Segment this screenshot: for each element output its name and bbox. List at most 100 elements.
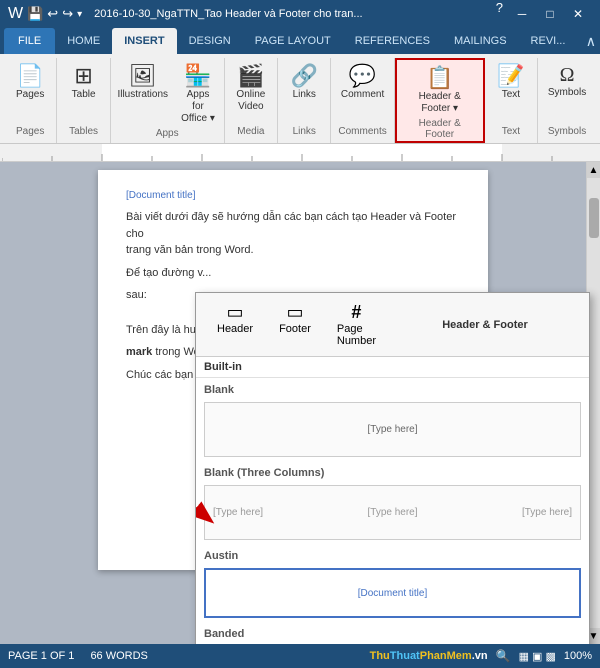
title-bar: W 💾 ↩ ↪ ▾ 2016-10-30_NgaTTN_Tao Header v… — [0, 0, 600, 28]
hf-group-label: Header & Footer — [405, 118, 475, 142]
word-count: 66 WORDS — [90, 650, 147, 662]
zoom-level: 100% — [564, 650, 592, 662]
close-button[interactable]: ✕ — [564, 0, 592, 28]
dropdown-icon[interactable]: ▾ — [77, 9, 82, 20]
header-option-icon: ▭ — [227, 302, 244, 323]
banded-subtitle: Banded — [196, 622, 589, 642]
austin-subtitle: Austin — [196, 544, 589, 564]
tab-design[interactable]: DESIGN — [177, 28, 243, 54]
tab-home[interactable]: HOME — [55, 28, 112, 54]
ribbon-collapse-btn[interactable]: ∧ — [586, 33, 596, 54]
comment-button[interactable]: 💬 Comment — [336, 62, 389, 104]
ribbon: 📄 Pages Pages ⊞ Table Tables 🖼 Illustrat… — [0, 54, 600, 144]
pages-items: 📄 Pages — [9, 62, 51, 126]
header-footer-icon: 📋 — [426, 67, 453, 89]
media-items: 🎬 OnlineVideo — [230, 62, 272, 126]
ribbon-group-apps: 🖼 Illustrations 🏪 Apps forOffice ▾ Apps — [111, 58, 225, 143]
footer-option[interactable]: ▭ Footer — [266, 297, 324, 352]
maximize-button[interactable]: □ — [536, 0, 564, 28]
tab-review[interactable]: REVI... — [519, 28, 578, 54]
table-button[interactable]: ⊞ Table — [63, 62, 105, 104]
page-number-option[interactable]: # PageNumber — [324, 297, 389, 352]
pages-button[interactable]: 📄 Pages — [9, 62, 51, 104]
symbols-group-label: Symbols — [548, 126, 586, 139]
text-items: 📝 Text — [490, 62, 532, 126]
title-text: 2016-10-30_NgaTTN_Tao Header và Footer c… — [94, 8, 362, 20]
brand-text: ThuThuatPhanMem.vn — [370, 650, 488, 662]
apps-office-icon: 🏪 — [184, 65, 211, 87]
tab-file[interactable]: FILE — [4, 28, 55, 54]
links-group-label: Links — [293, 126, 316, 139]
apps-group-label: Apps — [156, 128, 179, 141]
header-footer-dropdown: ▭ Header ▭ Footer # PageNumber Header & … — [195, 292, 590, 644]
ruler-svg — [2, 144, 598, 162]
ruler-inner — [2, 144, 598, 161]
tables-group-label: Tables — [69, 126, 98, 139]
links-button[interactable]: 🔗 Links — [283, 62, 325, 104]
doc-title: [Document title] — [126, 190, 460, 201]
ribbon-group-tables: ⊞ Table Tables — [57, 58, 110, 143]
comments-items: 💬 Comment — [336, 62, 389, 126]
ribbon-group-symbols: Ω Symbols Symbols — [538, 58, 596, 143]
help-icon[interactable]: ? — [491, 0, 508, 28]
zoom-icon: 🔍 — [496, 649, 511, 663]
doc-para-2: Để tạo đường v... — [126, 265, 460, 282]
table-icon: ⊞ — [74, 65, 92, 87]
col2-type-here: [Type here] — [367, 507, 417, 518]
text-button[interactable]: 📝 Text — [490, 62, 532, 104]
illustrations-button[interactable]: 🖼 Illustrations — [114, 62, 172, 104]
ribbon-group-header-footer: 📋 Header &Footer ▾ Header & Footer — [395, 58, 485, 143]
ruler — [0, 144, 600, 162]
save-icon[interactable]: 💾 — [27, 6, 43, 22]
doc-area: [Document title] Bài viết dưới đây sẽ hư… — [0, 162, 600, 644]
minimize-button[interactable]: ─ — [508, 0, 536, 28]
symbols-items: Ω Symbols — [543, 62, 591, 126]
col3-type-here: [Type here] — [522, 507, 572, 518]
symbols-icon: Ω — [560, 65, 575, 85]
scroll-up-button[interactable]: ▲ — [587, 162, 600, 178]
comment-icon: 💬 — [349, 65, 376, 87]
tab-mailings[interactable]: MAILINGS — [442, 28, 519, 54]
tab-page-layout[interactable]: PAGE LAYOUT — [243, 28, 343, 54]
ribbon-group-media: 🎬 OnlineVideo Media — [225, 58, 278, 143]
built-in-title: Built-in — [196, 357, 589, 378]
status-right: ThuThuatPhanMem.vn 🔍 ▦ ▣ ▩ 100% — [370, 649, 592, 663]
blank-template[interactable]: [Type here] — [204, 402, 581, 457]
pages-group-label: Pages — [16, 126, 44, 139]
status-bar: PAGE 1 OF 1 66 WORDS ThuThuatPhanMem.vn … — [0, 644, 600, 668]
links-items: 🔗 Links — [283, 62, 325, 126]
scroll-thumb[interactable] — [589, 198, 599, 238]
page-indicator: PAGE 1 OF 1 — [8, 650, 74, 662]
austin-template[interactable]: [Document title] — [204, 568, 581, 618]
apps-items: 🖼 Illustrations 🏪 Apps forOffice ▾ — [114, 62, 221, 128]
hf-group-label-dropdown: Header & Footer — [389, 297, 581, 352]
footer-option-icon: ▭ — [286, 302, 303, 323]
page-number-label: PageNumber — [337, 323, 376, 347]
undo-icon[interactable]: ↩ — [47, 6, 58, 22]
redo-icon[interactable]: ↪ — [62, 6, 73, 22]
blank-three-columns-subtitle: Blank (Three Columns) — [196, 461, 589, 481]
text-icon: 📝 — [497, 65, 524, 87]
illustrations-icon: 🖼 — [129, 65, 157, 87]
dropdown-scroll-area[interactable]: Built-in Blank [Type here] Blank (Three … — [196, 357, 589, 644]
ribbon-group-pages: 📄 Pages Pages — [4, 58, 57, 143]
word-logo-icon: W — [8, 5, 23, 23]
view-icons: ▦ ▣ ▩ — [519, 650, 556, 663]
header-footer-button[interactable]: 📋 Header &Footer ▾ — [412, 64, 467, 118]
blank-three-columns-template[interactable]: [Type here] [Type here] [Type here] — [204, 485, 581, 540]
ribbon-group-comments: 💬 Comment Comments — [331, 58, 394, 143]
window-controls: ? ─ □ ✕ — [491, 0, 592, 28]
tab-insert[interactable]: INSERT — [112, 28, 176, 54]
symbols-button[interactable]: Ω Symbols — [543, 62, 591, 102]
blank-subtitle: Blank — [196, 378, 589, 398]
apps-office-button[interactable]: 🏪 Apps forOffice ▾ — [176, 62, 221, 128]
tab-references[interactable]: REFERENCES — [343, 28, 442, 54]
pages-icon: 📄 — [17, 65, 44, 87]
online-video-button[interactable]: 🎬 OnlineVideo — [230, 62, 272, 116]
online-video-icon: 🎬 — [237, 65, 264, 87]
header-option-label: Header — [217, 323, 253, 335]
col1-type-here: [Type here] — [213, 507, 263, 518]
doc-para-1: Bài viết dưới đây sẽ hướng dẫn các bạn c… — [126, 209, 460, 259]
austin-document-title: [Document title] — [358, 588, 427, 599]
header-option[interactable]: ▭ Header — [204, 297, 266, 352]
